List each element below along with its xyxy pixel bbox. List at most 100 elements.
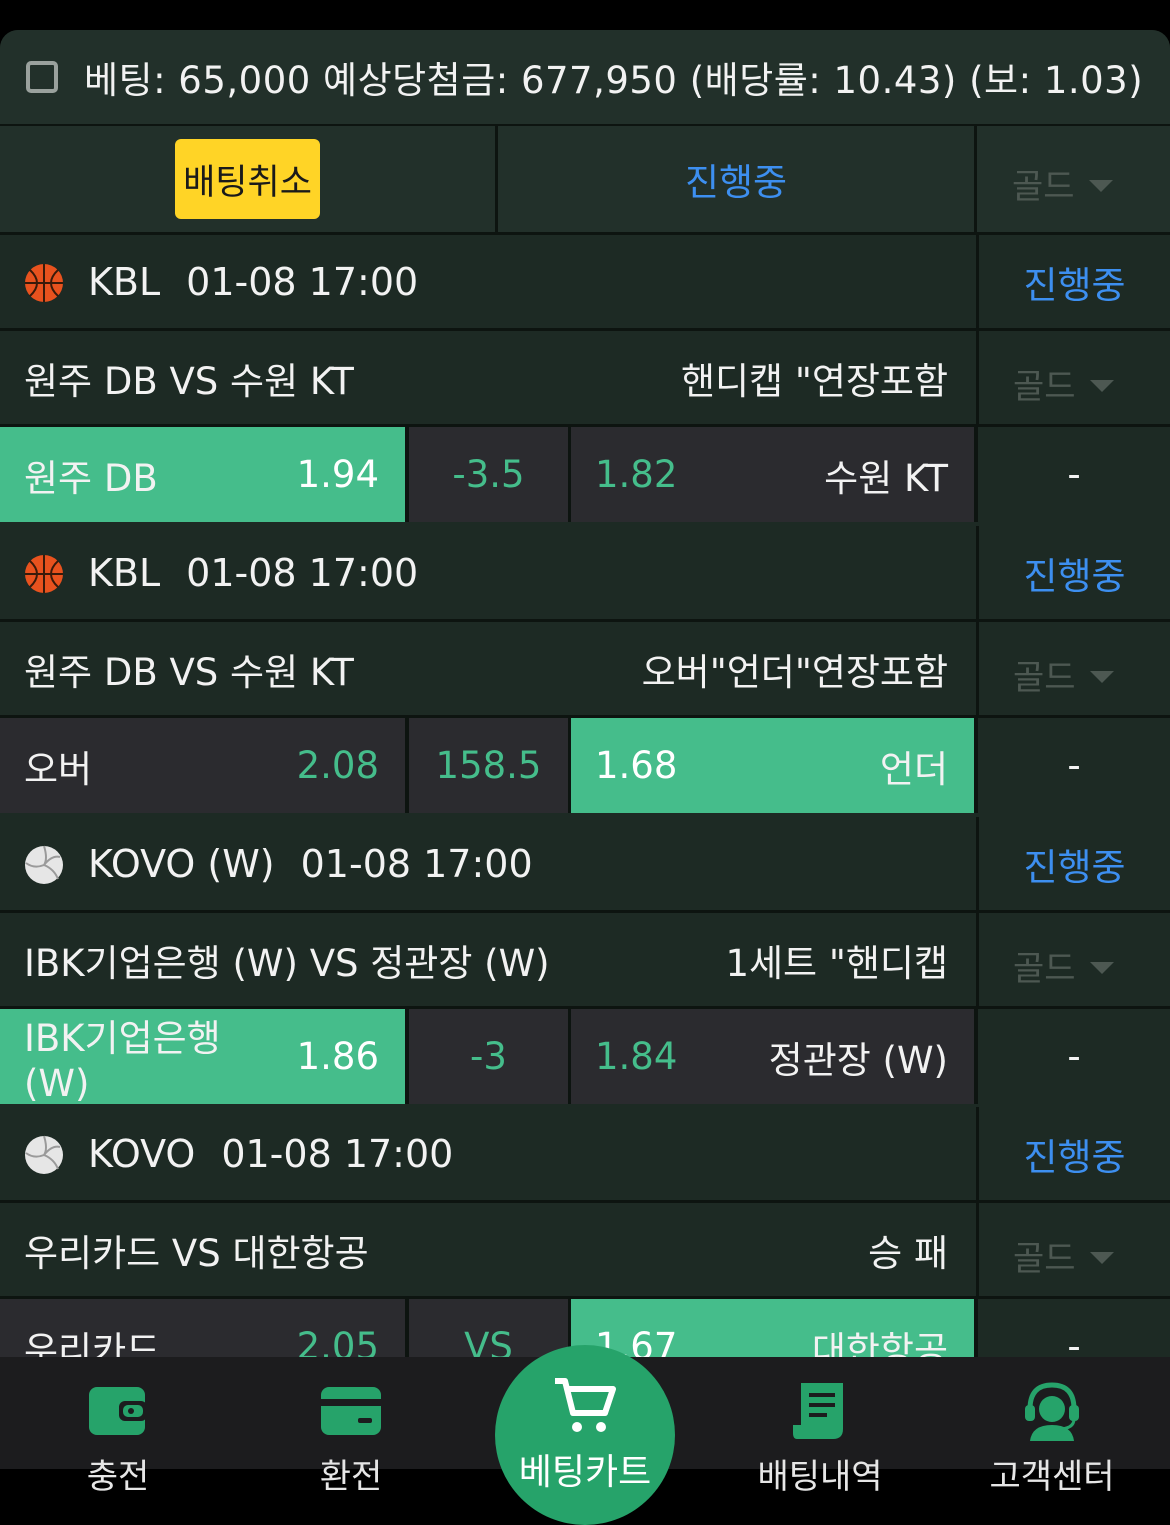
bet-type: 핸디캡 "연장포함 (680, 359, 948, 403)
game-status: 진행중 (1023, 554, 1126, 598)
basketball-icon (25, 555, 63, 593)
game-header: KBL 01-08 17:00 진행중 (0, 235, 1170, 331)
home-odds: 1.94 (296, 453, 379, 496)
match-row: 우리카드 VS 대한항공 승 패 골드 (0, 1203, 1170, 1299)
match-teams: 우리카드 VS 대한항공 (24, 1231, 369, 1275)
cart-icon (555, 1378, 616, 1432)
away-odds: 1.84 (595, 1035, 678, 1078)
nav-label: 충전 (86, 1457, 150, 1497)
home-odds: 1.86 (296, 1035, 379, 1078)
volleyball-icon (25, 845, 63, 884)
gold-dropdown-label: 골드 (1012, 167, 1075, 207)
game-time: 01-08 17:00 (186, 259, 419, 304)
total-line: 158.5 (409, 718, 568, 813)
league-name: KOVO (W) (88, 841, 275, 886)
away-odds-cell[interactable]: 1.68 언더 (571, 718, 974, 813)
league-info: KBL 01-08 17:00 (88, 526, 418, 619)
away-team: 정관장 (W) (768, 1038, 948, 1082)
home-odds-cell[interactable]: IBK기업은행 (W) 1.86 (0, 1009, 405, 1105)
home-odds-cell[interactable]: 원주 DB 1.94 (0, 427, 405, 522)
odds-row: 오버 2.08 158.5 1.68 언더 - (0, 718, 1170, 813)
league-name: KBL (88, 550, 161, 595)
odds-row: IBK기업은행 (W) 1.86 -3 1.84 정관장 (W) - (0, 1009, 1170, 1105)
game-status: 진행중 (1023, 845, 1126, 889)
game-status: 진행중 (1023, 1135, 1126, 1179)
result-cell: - (978, 1009, 1170, 1104)
odds-row: 원주 DB 1.94 -3.5 1.82 수원 KT - (0, 427, 1170, 522)
game-header: KOVO (W) 01-08 17:00 진행중 (0, 817, 1170, 913)
gold-dropdown-label: 골드 (1013, 949, 1076, 989)
nav-support[interactable]: 고객센터 (972, 1357, 1132, 1497)
chevron-down-icon (1089, 379, 1114, 392)
bet-cart-label: 베팅카트 (518, 1452, 652, 1493)
nav-bet-history[interactable]: 배팅내역 (740, 1357, 900, 1497)
basketball-icon (25, 264, 63, 302)
select-checkbox[interactable] (26, 61, 58, 93)
chevron-down-icon (1089, 1251, 1114, 1264)
receipt-icon (793, 1383, 843, 1439)
bet-summary-text: 베팅: 65,000 예상당첨금: 677,950 (배당률: 10.43) (… (84, 59, 1144, 102)
game-time: 01-08 17:00 (300, 841, 533, 886)
game-header: KBL 01-08 17:00 진행중 (0, 526, 1170, 622)
chevron-down-icon (1088, 179, 1113, 192)
result-cell: - (978, 718, 1170, 813)
nav-label: 배팅내역 (757, 1457, 883, 1497)
bet-type: 승 패 (868, 1231, 948, 1275)
bet-actions-row: 배팅취소 진행중 골드 (0, 126, 1170, 235)
home-odds-cell[interactable]: 오버 2.08 (0, 718, 405, 813)
nav-label: 고객센터 (989, 1457, 1115, 1497)
match-teams: 원주 DB VS 수원 KT (24, 359, 354, 403)
nav-label: 환전 (319, 1457, 383, 1497)
match-row: 원주 DB VS 수원 KT 오버"언더"연장포함 골드 (0, 622, 1170, 718)
game-time: 01-08 17:00 (221, 1131, 454, 1176)
chevron-down-icon (1089, 670, 1114, 683)
home-team: 오버 (24, 747, 93, 791)
match-teams: IBK기업은행 (W) VS 정관장 (W) (24, 941, 550, 985)
match-row: IBK기업은행 (W) VS 정관장 (W) 1세트 "핸디캡 골드 (0, 913, 1170, 1009)
gold-dropdown-label: 골드 (1013, 658, 1076, 698)
match-row: 원주 DB VS 수원 KT 핸디캡 "연장포함 골드 (0, 331, 1170, 427)
divider (974, 126, 977, 232)
nav-withdraw[interactable]: 환전 (271, 1357, 431, 1497)
home-team: IBK기업은행 (W) (24, 1017, 221, 1105)
wallet-icon (89, 1387, 147, 1435)
gold-dropdown[interactable]: 골드 (1013, 650, 1114, 699)
handicap-line: -3.5 (409, 427, 568, 522)
volleyball-icon (25, 1135, 63, 1174)
nav-deposit[interactable]: 충전 (38, 1357, 198, 1497)
bet-status-label: 진행중 (684, 161, 788, 204)
chevron-down-icon (1089, 961, 1114, 974)
home-odds: 2.08 (296, 744, 379, 787)
away-team: 언더 (879, 747, 948, 791)
bet-type: 1세트 "핸디캡 (725, 941, 948, 985)
gold-dropdown[interactable]: 골드 (1013, 941, 1114, 990)
league-name: KBL (88, 259, 161, 304)
league-info: KOVO (W) 01-08 17:00 (88, 817, 533, 910)
game-time: 01-08 17:00 (186, 550, 419, 595)
away-team: 수원 KT (824, 456, 948, 500)
game-status: 진행중 (1023, 263, 1126, 307)
home-team: 원주 DB (24, 456, 158, 500)
result-cell: - (978, 427, 1170, 522)
match-teams: 원주 DB VS 수원 KT (24, 650, 354, 694)
handicap-line: -3 (409, 1009, 568, 1104)
away-odds-cell[interactable]: 1.84 정관장 (W) (571, 1009, 974, 1104)
gold-dropdown-label: 골드 (1013, 367, 1076, 407)
bet-type: 오버"언더"연장포함 (641, 650, 948, 694)
away-odds-cell[interactable]: 1.82 수원 KT (571, 427, 974, 522)
gold-dropdown[interactable]: 골드 (1013, 1231, 1114, 1280)
away-odds: 1.82 (595, 453, 678, 496)
gold-dropdown-label: 골드 (1013, 1239, 1076, 1279)
card-icon (321, 1387, 381, 1435)
game-header: KOVO 01-08 17:00 진행중 (0, 1107, 1170, 1203)
bet-cart-button[interactable]: 베팅카트 (495, 1345, 675, 1525)
league-name: KOVO (88, 1131, 196, 1176)
league-info: KBL 01-08 17:00 (88, 235, 418, 328)
cancel-bet-button[interactable]: 배팅취소 (175, 139, 320, 219)
gold-dropdown[interactable]: 골드 (1013, 359, 1114, 408)
bet-slip-panel: 베팅: 65,000 예상당첨금: 677,950 (배당률: 10.43) (… (0, 30, 1170, 1469)
league-info: KOVO 01-08 17:00 (88, 1107, 453, 1200)
away-odds: 1.68 (595, 744, 678, 787)
support-icon (1025, 1382, 1079, 1441)
gold-dropdown[interactable]: 골드 (1012, 159, 1113, 208)
